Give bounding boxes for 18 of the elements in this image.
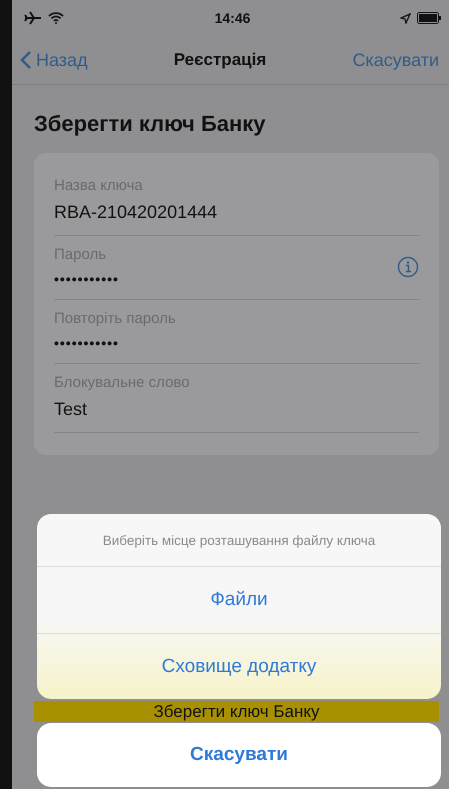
battery-icon — [417, 12, 441, 24]
save-key-button[interactable]: Зберегти ключ Банку — [34, 701, 439, 722]
sheet-title: Виберіть місце розташування файлу ключа — [37, 514, 441, 567]
nav-title: Реєстрація — [174, 50, 266, 70]
status-time: 14:46 — [214, 10, 250, 26]
field-value: RBA-210420201444 — [54, 202, 218, 223]
sheet-option[interactable]: Сховище додатку — [37, 633, 441, 699]
chevron-left-icon — [20, 50, 32, 70]
airplane-icon — [24, 11, 42, 25]
location-icon — [400, 12, 411, 24]
wifi-icon — [48, 12, 64, 24]
password-value: ••••••••••• — [54, 271, 120, 287]
info-icon[interactable] — [397, 256, 419, 278]
password-value: ••••••••••• — [54, 335, 120, 351]
field-value: Test — [54, 399, 88, 420]
page-heading: Зберегти ключ Банку — [34, 111, 267, 137]
sheet-option[interactable]: Файли — [37, 567, 441, 633]
cancel-button[interactable]: Скасувати — [37, 723, 441, 787]
